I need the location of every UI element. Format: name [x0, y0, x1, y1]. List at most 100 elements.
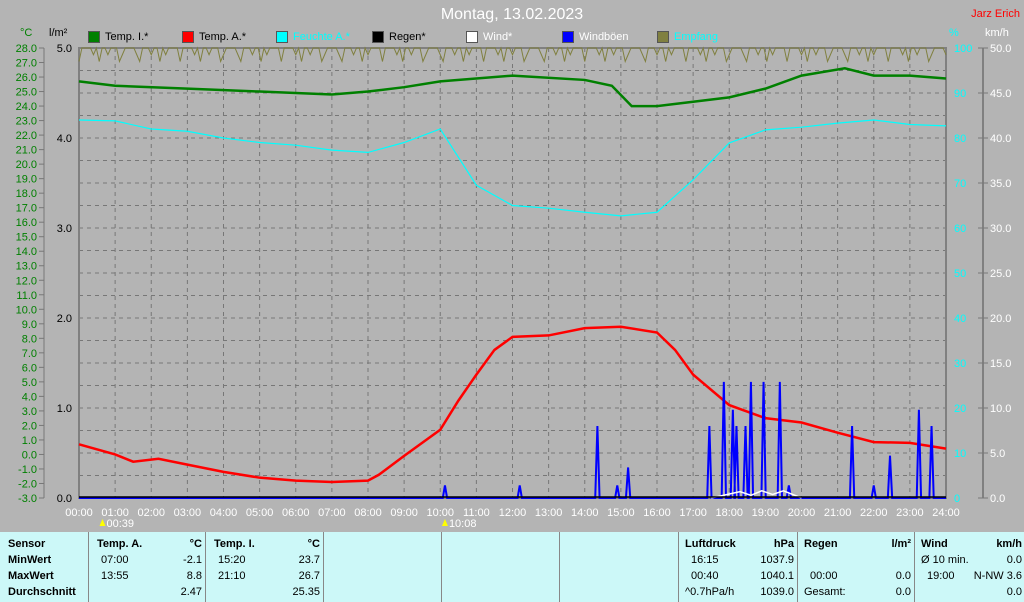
temp-tick: 6.0 [22, 362, 37, 374]
x-tick: 06:00 [282, 507, 310, 519]
wind-tick: 20.0 [990, 313, 1011, 325]
x-tick: 19:00 [752, 507, 780, 519]
wind-tick: 0.0 [990, 493, 1005, 505]
row-max: MaxWert [8, 570, 54, 582]
marker-time: 10:08 [449, 518, 477, 530]
humidity-tick: 0 [954, 493, 960, 505]
temp-tick: 19.0 [16, 174, 37, 186]
humidity-tick: 70 [954, 178, 966, 190]
temp-tick: 10.0 [16, 304, 37, 316]
temp-tick: 16.0 [16, 217, 37, 229]
empty-col [441, 532, 559, 602]
temp-tick: 4.0 [22, 391, 37, 403]
temp-a-min: -2.1 [183, 554, 202, 566]
empty-col [323, 532, 441, 602]
rain-total-label: Gesamt: [804, 586, 846, 598]
wind-avg-label: Ø 10 min. [921, 554, 969, 566]
pressure-unit: hPa [773, 538, 794, 550]
wind-avg: 0.0 [1006, 554, 1022, 566]
humidity-tick: 100 [954, 43, 972, 55]
pressure-max-time: 00:40 [691, 570, 719, 582]
wind-tick: 15.0 [990, 358, 1011, 370]
temp-tick: 25.0 [16, 87, 37, 99]
humidity-tick: 50 [954, 268, 966, 280]
temp-i-min-time: 15:20 [218, 554, 246, 566]
temp-tick: 5.0 [22, 377, 37, 389]
pressure-trend: ^0.7hPa/h [685, 586, 735, 598]
wind-tick: 25.0 [990, 268, 1011, 280]
row-avg: Durchschnitt [8, 586, 76, 598]
rain-tick: 4.0 [57, 133, 72, 145]
temp-tick: 27.0 [16, 58, 37, 70]
temp-tick: 20.0 [16, 159, 37, 171]
x-tick: 20:00 [788, 507, 816, 519]
wind-tick: 30.0 [990, 223, 1011, 235]
temp-a-col: Temp. A. °C 07:00 -2.1 13:55 8.8 2.47 [88, 532, 205, 602]
sensor-col: Sensor MinWert MaxWert Durchschnitt [0, 532, 90, 602]
temp-i-unit: °C [307, 538, 320, 550]
temp-tick: -1.0 [18, 464, 37, 476]
temp-a-min-time: 07:00 [101, 554, 129, 566]
temp-a-max-time: 13:55 [101, 570, 129, 582]
temp-i-min: 23.7 [298, 554, 320, 566]
weather-chart: 28.0 27.0 26.0 25.0 24.0 23.0 22.0 21.0 20.0 19.0… [16, 43, 1012, 530]
temp-tick: 15.0 [16, 232, 37, 244]
temp-a-avg: 2.47 [180, 586, 202, 598]
temp-tick: 14.0 [16, 246, 37, 258]
temp-i-max: 26.7 [298, 570, 320, 582]
temp-tick: 28.0 [16, 43, 37, 55]
x-tick: 05:00 [246, 507, 274, 519]
temp-tick: 0.0 [22, 449, 37, 461]
wind-max: N-NW 3.6 [973, 570, 1022, 582]
temp-tick: 11.0 [16, 290, 37, 302]
rain-tick: 1.0 [57, 403, 72, 415]
rain-unit-label: l/m² [891, 538, 911, 550]
wind-tick: 35.0 [990, 178, 1011, 190]
pressure-col: Luftdruck hPa 16:15 1037.9 00:40 1040.1 ^0.… [678, 532, 797, 602]
temp-i-head: Temp. I. [214, 538, 255, 550]
rain-max: 0.0 [895, 570, 911, 582]
humidity-tick: 10 [954, 448, 966, 460]
pressure-min-time: 16:15 [691, 554, 719, 566]
temp-tick: -2.0 [18, 478, 37, 490]
rain-total: 0.0 [895, 586, 911, 598]
temp-tick: 12.0 [16, 275, 37, 287]
wind-tick: 10.0 [990, 403, 1011, 415]
temp-tick: 7.0 [22, 348, 37, 360]
temp-a-max: 8.8 [186, 570, 202, 582]
wind-col: Wind km/h Ø 10 min. 0.0 19:00 N-NW 3.6 0.0 [914, 532, 1024, 602]
x-tick: 08:00 [354, 507, 382, 519]
pressure-min: 1037.9 [760, 554, 794, 566]
wind-mean: 0.0 [1006, 586, 1022, 598]
pressure-avg: 1039.0 [760, 586, 794, 598]
temp-tick: 13.0 [16, 261, 37, 273]
rain-head: Regen [804, 538, 838, 550]
stats-panel: Sensor MinWert MaxWert Durchschnitt Temp… [0, 532, 1024, 602]
humidity-tick: 40 [954, 313, 966, 325]
wind-head: Wind [921, 538, 948, 550]
x-tick: 03:00 [174, 507, 202, 519]
sunset-icon [441, 519, 448, 526]
temp-a-head: Temp. A. [97, 538, 143, 550]
x-tick: 17:00 [679, 507, 707, 519]
empty-col [559, 532, 678, 602]
temp-tick: 3.0 [22, 406, 37, 418]
humidity-tick: 80 [954, 133, 966, 145]
temp-tick: 17.0 [16, 203, 37, 215]
sensor-head: Sensor [8, 538, 46, 550]
sunrise-icon [99, 519, 106, 526]
temp-tick: 18.0 [16, 188, 37, 200]
x-tick: 00:00 [65, 507, 93, 519]
humidity-tick: 90 [954, 88, 966, 100]
x-tick: 04:00 [210, 507, 238, 519]
x-tick: 16:00 [643, 507, 671, 519]
wind-tick: 50.0 [990, 43, 1011, 55]
humidity-tick: 60 [954, 223, 966, 235]
temp-i-avg: 25.35 [292, 586, 320, 598]
temp-i-col: Temp. I. °C 15:20 23.7 21:10 26.7 25.35 [205, 532, 323, 602]
x-tick: 22:00 [860, 507, 888, 519]
humidity-tick: 30 [954, 358, 966, 370]
x-tick: 14:00 [571, 507, 599, 519]
pressure-head: Luftdruck [685, 538, 736, 550]
x-tick: 12:00 [499, 507, 527, 519]
